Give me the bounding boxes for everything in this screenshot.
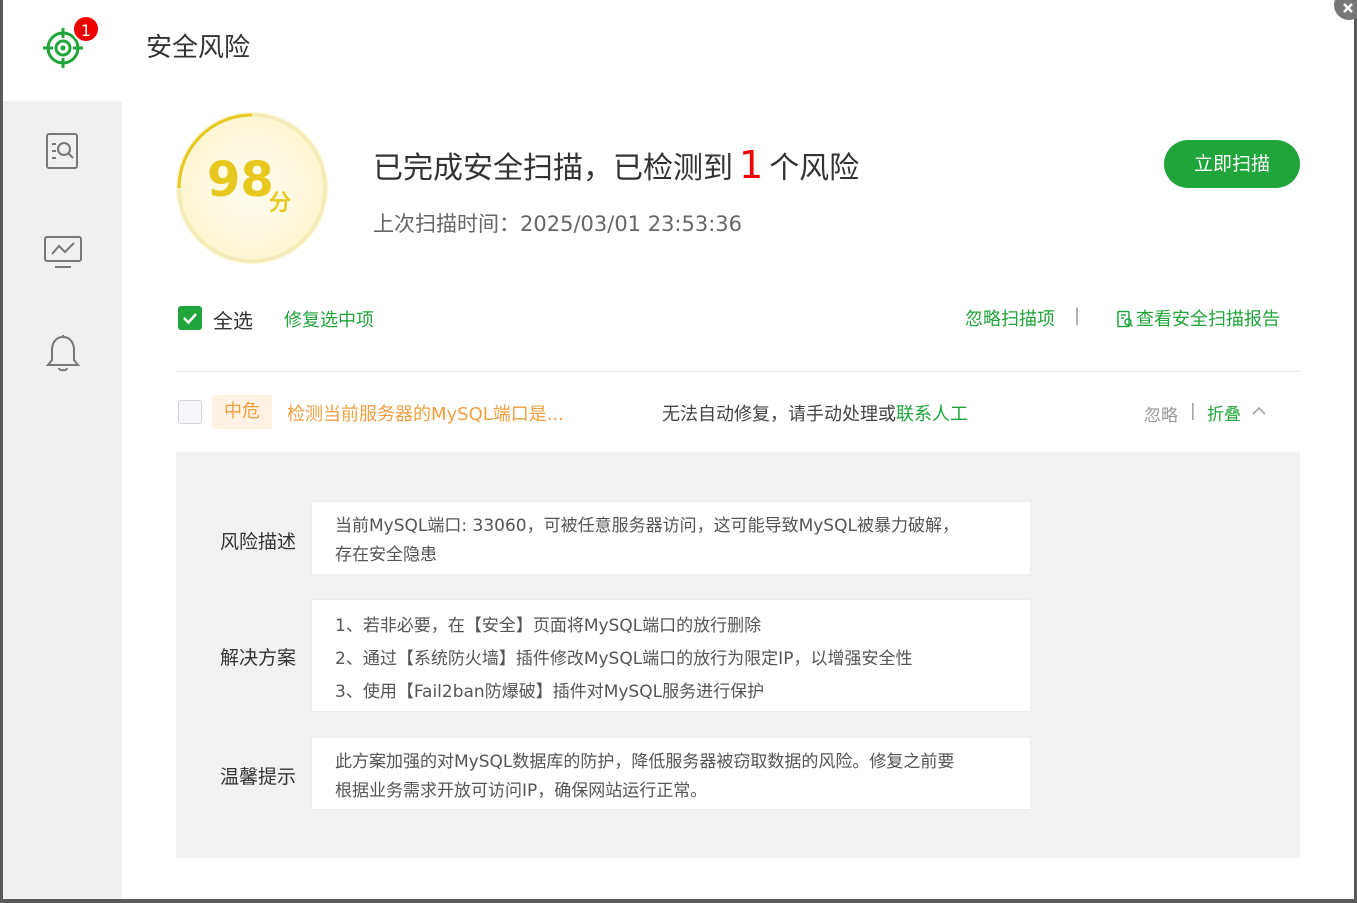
security-risk-window: 1 安全风险 98 分 已完成安全扫描，已检测到 1 个风险 上次扫描时间：20… bbox=[3, 0, 1354, 899]
solution-box: 1、若非必要，在【安全】页面将MySQL端口的放行删除 2、通过【系统防火墙】插… bbox=[311, 599, 1031, 712]
bell-icon[interactable] bbox=[43, 333, 83, 373]
risk-count: 1 bbox=[739, 143, 764, 187]
score-gauge: 98 分 bbox=[176, 112, 328, 264]
chevron-up-icon[interactable] bbox=[1251, 405, 1267, 417]
fix-selected-button[interactable]: 修复选中项 bbox=[284, 306, 374, 332]
ignore-risk-link[interactable]: 忽略 bbox=[1144, 401, 1178, 426]
close-icon bbox=[1343, 3, 1353, 13]
scan-now-button[interactable]: 立即扫描 bbox=[1164, 140, 1300, 188]
description-line: 当前MySQL端口: 33060，可被任意服务器访问，这可能导致MySQL被暴力… bbox=[335, 516, 959, 536]
risk-detail-panel: 风险描述 当前MySQL端口: 33060，可被任意服务器访问，这可能导致MyS… bbox=[176, 452, 1300, 858]
scan-report-icon[interactable] bbox=[43, 131, 83, 171]
solution-line: 2、通过【系统防火墙】插件修改MySQL端口的放行为限定IP，以增强安全性 bbox=[335, 649, 913, 669]
headline-prefix: 已完成安全扫描，已检测到 bbox=[373, 151, 733, 186]
select-all-checkbox[interactable] bbox=[178, 306, 202, 330]
toolbar-divider: | bbox=[1074, 305, 1081, 326]
description-line: 存在安全隐患 bbox=[335, 545, 437, 565]
risk-status: 无法自动修复，请手动处理或联系人工 bbox=[662, 400, 968, 426]
risk-item-row: 中危 检测当前服务器的MySQL端口是... 无法自动修复，请手动处理或联系人工… bbox=[176, 395, 1300, 429]
notification-badge: 1 bbox=[72, 15, 100, 43]
view-report-link[interactable]: 查看安全扫描报告 bbox=[1116, 305, 1280, 331]
contact-support-link[interactable]: 联系人工 bbox=[896, 404, 968, 425]
report-icon bbox=[1117, 310, 1134, 328]
main-content: 98 分 已完成安全扫描，已检测到 1 个风险 上次扫描时间：2025/03/01 … bbox=[122, 101, 1354, 899]
tip-label: 温馨提示 bbox=[220, 766, 297, 788]
tip-box: 此方案加强的对MySQL数据库的防护，降低服务器被窃取数据的风险。修复之前要 根… bbox=[311, 737, 1031, 810]
row-divider: | bbox=[1190, 401, 1196, 421]
solution-line: 3、使用【Fail2ban防爆破】插件对MySQL服务进行保护 bbox=[335, 682, 765, 702]
risk-level-badge: 中危 bbox=[212, 395, 272, 429]
collapse-link[interactable]: 折叠 bbox=[1207, 400, 1241, 425]
sidebar bbox=[3, 101, 122, 899]
monitor-icon[interactable] bbox=[43, 233, 83, 273]
risk-status-text: 无法自动修复，请手动处理或 bbox=[662, 404, 896, 425]
tip-line: 根据业务需求开放可访问IP，确保网站运行正常。 bbox=[335, 781, 708, 801]
score-unit: 分 bbox=[269, 191, 292, 216]
headline-suffix: 个风险 bbox=[769, 151, 860, 186]
description-label: 风险描述 bbox=[220, 531, 297, 553]
header: 1 安全风险 bbox=[3, 0, 1354, 101]
last-scan-time: 上次扫描时间：2025/03/01 23:53:36 bbox=[373, 212, 743, 236]
description-box: 当前MySQL端口: 33060，可被任意服务器访问，这可能导致MySQL被暴力… bbox=[311, 501, 1031, 575]
score-value: 98 bbox=[207, 152, 274, 208]
ignore-scan-items-link[interactable]: 忽略扫描项 bbox=[965, 305, 1055, 331]
close-window-button[interactable] bbox=[1334, 0, 1357, 20]
select-all-label[interactable]: 全选 bbox=[213, 305, 253, 334]
risk-title[interactable]: 检测当前服务器的MySQL端口是... bbox=[287, 400, 564, 426]
view-report-label: 查看安全扫描报告 bbox=[1136, 309, 1280, 330]
risk-item-checkbox[interactable] bbox=[178, 400, 202, 424]
check-icon bbox=[183, 313, 197, 325]
scan-headline: 已完成安全扫描，已检测到 1 个风险 bbox=[373, 143, 859, 187]
tip-line: 此方案加强的对MySQL数据库的防护，降低服务器被窃取数据的风险。修复之前要 bbox=[335, 752, 955, 772]
solution-line: 1、若非必要，在【安全】页面将MySQL端口的放行删除 bbox=[335, 616, 762, 636]
toolbar: 全选 修复选中项 忽略扫描项 | 查看安全扫描报告 bbox=[176, 301, 1300, 337]
divider bbox=[176, 371, 1300, 372]
window-title: 安全风险 bbox=[146, 33, 251, 63]
solution-label: 解决方案 bbox=[220, 647, 297, 669]
